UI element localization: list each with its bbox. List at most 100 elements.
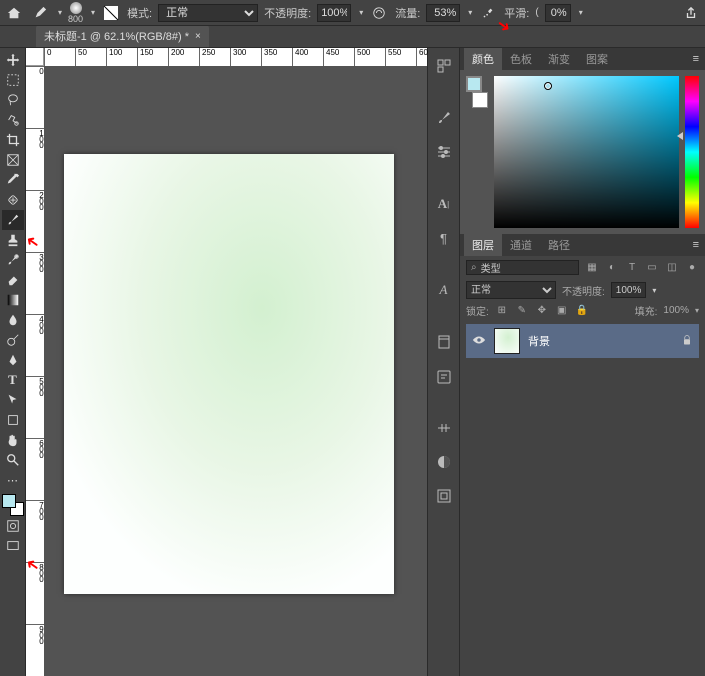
tab-layers[interactable]: 图层: [464, 234, 502, 256]
lock-icon[interactable]: [681, 334, 693, 349]
close-icon[interactable]: ×: [195, 31, 201, 42]
opacity-input[interactable]: [317, 4, 351, 22]
quick-select-tool[interactable]: [2, 110, 24, 130]
filter-shape-icon[interactable]: ▭: [645, 262, 659, 273]
lock-artboard-icon[interactable]: ▣: [555, 305, 569, 316]
home-icon[interactable]: [4, 3, 24, 23]
canvas-viewport[interactable]: [44, 66, 427, 676]
styles-panel-icon[interactable]: [432, 450, 456, 474]
chevron-down-icon[interactable]: ▾: [695, 306, 699, 315]
text-tool[interactable]: T: [2, 370, 24, 390]
lock-transparent-icon[interactable]: ⊞: [495, 305, 509, 316]
airbrush-icon[interactable]: [478, 3, 498, 23]
healing-tool[interactable]: [2, 190, 24, 210]
chevron-down-icon[interactable]: ▾: [468, 8, 472, 17]
move-tool[interactable]: [2, 50, 24, 70]
shape-tool[interactable]: [2, 410, 24, 430]
color-spectrum[interactable]: [494, 76, 679, 228]
visibility-icon[interactable]: [472, 333, 486, 350]
filter-type-label[interactable]: [481, 262, 515, 273]
filter-smart-icon[interactable]: ◫: [665, 262, 679, 273]
history-brush-tool[interactable]: [2, 250, 24, 270]
chevron-down-icon[interactable]: ▾: [359, 8, 363, 17]
chevron-down-icon[interactable]: ▾: [91, 8, 95, 17]
tab-gradients[interactable]: 渐变: [540, 48, 578, 70]
filter-adjust-icon[interactable]: ◐: [605, 262, 619, 273]
more-tools-icon[interactable]: ⋯: [2, 470, 24, 490]
panel-fg-swatch[interactable]: [466, 76, 482, 92]
filter-text-icon[interactable]: T: [625, 262, 639, 273]
tab-patterns[interactable]: 图案: [578, 48, 616, 70]
paragraph-panel-icon[interactable]: ¶: [432, 226, 456, 250]
smoothing-input[interactable]: [545, 4, 571, 22]
layer-thumbnail[interactable]: [494, 328, 520, 354]
lock-all-icon[interactable]: 🔒: [575, 305, 589, 316]
hue-strip[interactable]: [685, 76, 699, 228]
lasso-tool[interactable]: [2, 90, 24, 110]
frame-tool[interactable]: [2, 150, 24, 170]
crop-tool[interactable]: [2, 130, 24, 150]
chevron-down-icon[interactable]: ▾: [579, 8, 583, 17]
layer-opacity-value[interactable]: 100%: [611, 282, 647, 298]
zoom-tool[interactable]: [2, 450, 24, 470]
adjustments-panel-icon[interactable]: [432, 416, 456, 440]
brush-preset-picker[interactable]: 800: [68, 2, 83, 24]
vertical-ruler[interactable]: 0100200300400500600700800900: [26, 66, 44, 676]
pressure-opacity-icon[interactable]: [369, 3, 389, 23]
color-swatches[interactable]: [2, 494, 24, 516]
dodge-tool[interactable]: [2, 330, 24, 350]
hand-tool[interactable]: [2, 430, 24, 450]
brush-settings-icon[interactable]: [101, 3, 121, 23]
document-canvas[interactable]: [64, 154, 394, 594]
comments-panel-icon[interactable]: [432, 364, 456, 388]
path-select-tool[interactable]: [2, 390, 24, 410]
screen-mode-icon[interactable]: [2, 536, 24, 556]
panel-menu-icon[interactable]: ≡: [693, 53, 705, 65]
panel-swatches[interactable]: [466, 76, 488, 108]
panel-bg-swatch[interactable]: [472, 92, 488, 108]
lock-image-icon[interactable]: ✎: [515, 305, 529, 316]
chevron-down-icon[interactable]: ▾: [652, 286, 656, 295]
flow-input[interactable]: [426, 4, 460, 22]
character-panel-icon[interactable]: A|: [432, 192, 456, 216]
pen-tool[interactable]: [2, 350, 24, 370]
marquee-tool[interactable]: [2, 70, 24, 90]
properties-panel-icon[interactable]: [432, 484, 456, 508]
blend-mode-select[interactable]: 正常: [158, 4, 258, 22]
brushes-panel-icon[interactable]: [432, 106, 456, 130]
gradient-tool[interactable]: [2, 290, 24, 310]
document-tab[interactable]: 未标题-1 @ 62.1%(RGB/8#) * ×: [36, 25, 209, 47]
filter-toggle-icon[interactable]: ●: [685, 262, 699, 273]
foreground-color-swatch[interactable]: [2, 494, 16, 508]
layer-blend-select[interactable]: 正常: [466, 281, 556, 299]
eraser-tool[interactable]: [2, 270, 24, 290]
brightness-slider-icon[interactable]: [677, 132, 683, 140]
layer-name[interactable]: 背景: [528, 333, 673, 349]
panel-menu-icon[interactable]: ≡: [693, 239, 705, 251]
tab-channels[interactable]: 通道: [502, 234, 540, 256]
history-panel-icon[interactable]: [432, 54, 456, 78]
tab-paths[interactable]: 路径: [540, 234, 578, 256]
ruler-tick: 250: [199, 48, 215, 66]
blur-tool[interactable]: [2, 310, 24, 330]
horizontal-ruler[interactable]: 05010015020025030035040045050055060: [44, 48, 427, 66]
libraries-panel-icon[interactable]: [432, 330, 456, 354]
ruler-origin[interactable]: [26, 48, 44, 66]
filter-pixel-icon[interactable]: ▦: [585, 262, 599, 273]
panel-stack: 颜色 色板 渐变 图案 ≡ 图层 通道 路径: [459, 48, 705, 676]
lock-position-icon[interactable]: ✥: [535, 305, 549, 316]
chevron-down-icon[interactable]: ▾: [58, 8, 62, 17]
brush-tool[interactable]: [2, 210, 24, 230]
brush-tool-indicator-icon[interactable]: [30, 3, 50, 23]
fill-value[interactable]: 100%: [663, 305, 689, 316]
glyphs-panel-icon[interactable]: A: [432, 278, 456, 302]
share-icon[interactable]: [681, 3, 701, 23]
layer-filter-type[interactable]: ⌕: [466, 260, 579, 275]
stamp-tool[interactable]: [2, 230, 24, 250]
tab-swatches[interactable]: 色板: [502, 48, 540, 70]
eyedropper-tool[interactable]: [2, 170, 24, 190]
layer-item[interactable]: 背景: [466, 324, 699, 358]
brush-settings-panel-icon[interactable]: [432, 140, 456, 164]
tab-color[interactable]: 颜色: [464, 48, 502, 70]
quick-mask-icon[interactable]: [2, 516, 24, 536]
